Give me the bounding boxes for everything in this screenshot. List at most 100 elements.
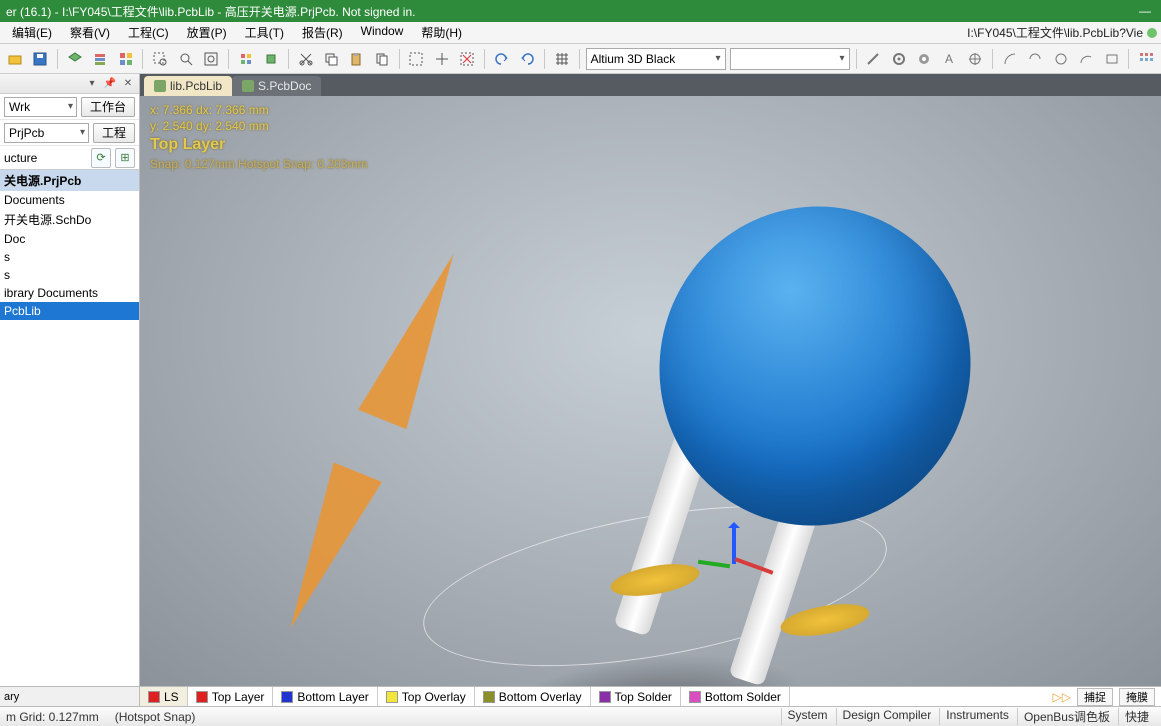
rect-icon[interactable] (1101, 48, 1122, 70)
document-tab[interactable]: lib.PcbLib (144, 76, 232, 96)
grid-status: m Grid: 0.127mm (6, 710, 99, 724)
move-icon[interactable] (431, 48, 452, 70)
snap-button[interactable]: 捕捉 (1077, 688, 1113, 706)
array-icon[interactable] (1135, 48, 1156, 70)
layer-swatch-icon (196, 691, 208, 703)
project-combo[interactable]: PrjPcb (4, 123, 89, 143)
save-icon[interactable] (29, 48, 50, 70)
project-button[interactable]: 工程 (93, 123, 135, 143)
breadcrumb-text: I:\FY045\工程文件\lib.PcbLib?Vie (967, 24, 1143, 41)
user-status-icon[interactable] (1147, 28, 1157, 38)
select-rect-icon[interactable] (406, 48, 427, 70)
status-panel-button[interactable]: 快捷 (1118, 708, 1155, 725)
string-icon[interactable]: A (939, 48, 960, 70)
pad-icon[interactable] (888, 48, 909, 70)
layer-name: Bottom Overlay (499, 690, 582, 704)
tree-item[interactable]: s (0, 266, 139, 284)
layer-tab[interactable]: Bottom Overlay (475, 687, 591, 707)
minimize-icon[interactable]: — (1135, 4, 1155, 18)
svg-text:A: A (945, 52, 953, 66)
arc-edge-icon[interactable] (1024, 48, 1045, 70)
project-tree[interactable]: 关电源.PrjPcbDocuments开关电源.SchDoDocssibrary… (0, 170, 139, 686)
menu-item[interactable]: 报告(R) (294, 22, 351, 43)
tree-item[interactable]: 关电源.PrjPcb (0, 170, 139, 191)
component-single-icon[interactable] (260, 48, 281, 70)
layer-name: Top Layer (212, 690, 265, 704)
workspace-button[interactable]: 工作台 (81, 97, 135, 117)
close-icon[interactable]: ✕ (121, 77, 135, 91)
layers-icon[interactable] (89, 48, 110, 70)
deselect-icon[interactable] (457, 48, 478, 70)
menu-item[interactable]: 工程(C) (120, 22, 177, 43)
grid-dropdown-icon[interactable] (551, 48, 572, 70)
refresh-icon[interactable]: ⟳ (91, 148, 111, 168)
open-icon[interactable] (4, 48, 25, 70)
status-panel-button[interactable]: OpenBus调色板 (1017, 708, 1116, 725)
status-panel-button[interactable]: Instruments (939, 708, 1015, 725)
tree-item[interactable]: Documents (0, 191, 139, 209)
menu-item[interactable]: 察看(V) (62, 22, 118, 43)
document-tab[interactable]: S.PcbDoc (232, 76, 321, 96)
zoom-area-icon[interactable] (149, 48, 170, 70)
mask-button[interactable]: 掩膜 (1119, 688, 1155, 706)
full-circle-icon[interactable] (1050, 48, 1071, 70)
layer-nav-icon[interactable]: ▷▷ (1053, 690, 1071, 704)
layer-swatch-icon (689, 691, 701, 703)
projects-panel: ▾ 📌 ✕ Wrk 工作台 PrjPcb 工程 ucture ⟳ ⊞ 关电源.P… (0, 74, 140, 706)
tree-item[interactable]: Doc (0, 230, 139, 248)
layer-swatch-icon (599, 691, 611, 703)
panel-options-icon[interactable]: ▾ (85, 77, 99, 91)
layer-name: Bottom Layer (297, 690, 368, 704)
palette-icon[interactable] (115, 48, 136, 70)
menu-item[interactable]: 帮助(H) (413, 22, 470, 43)
3d-viewport[interactable]: x: 7.366 dx: 7.366 mm y: 2.540 dy: 2.540… (140, 96, 1161, 686)
tree-item[interactable]: 开关电源.SchDo (0, 209, 139, 230)
line-icon[interactable] (863, 48, 884, 70)
breadcrumb[interactable]: I:\FY045\工程文件\lib.PcbLib?Vie (967, 24, 1157, 41)
layer-tab[interactable]: Bottom Solder (681, 687, 790, 707)
menu-item[interactable]: 放置(P) (179, 22, 235, 43)
tree-item[interactable]: s (0, 248, 139, 266)
expand-icon[interactable]: ⊞ (115, 148, 135, 168)
layer-tab[interactable]: Top Overlay (378, 687, 475, 707)
panel-bottom-tab[interactable]: ary (0, 686, 139, 706)
copy-icon[interactable] (320, 48, 341, 70)
view3d-icon[interactable] (64, 48, 85, 70)
via-icon[interactable] (914, 48, 935, 70)
undo-icon[interactable] (491, 48, 512, 70)
status-panel-button[interactable]: System (781, 708, 834, 725)
origin-icon[interactable] (964, 48, 985, 70)
workspace-combo[interactable]: Wrk (4, 97, 77, 117)
window-title: er (16.1) - I:\FY045\工程文件\lib.PcbLib - 高… (6, 3, 415, 20)
coord-overlay: x: 7.366 dx: 7.366 mm y: 2.540 dy: 2.540… (150, 102, 367, 172)
tree-item[interactable]: ibrary Documents (0, 284, 139, 302)
arc-any-icon[interactable] (1075, 48, 1096, 70)
filter-combo[interactable] (730, 48, 850, 70)
menu-item[interactable]: Window (353, 22, 412, 43)
tree-item[interactable]: PcbLib (0, 302, 139, 320)
layer-tab[interactable]: LS (140, 687, 188, 707)
zoom-fit-icon[interactable] (175, 48, 196, 70)
arc-center-icon[interactable] (999, 48, 1020, 70)
cut-icon[interactable] (295, 48, 316, 70)
pin-icon[interactable]: 📌 (103, 77, 117, 91)
components-icon[interactable] (235, 48, 256, 70)
layer-tab[interactable]: Bottom Layer (273, 687, 377, 707)
document-tab-label: lib.PcbLib (170, 79, 222, 93)
document-icon (242, 80, 254, 92)
paste-icon[interactable] (346, 48, 367, 70)
view-config-combo[interactable]: Altium 3D Black (586, 48, 726, 70)
layer-tab[interactable]: Top Layer (188, 687, 274, 707)
menu-item[interactable]: 编辑(E) (4, 22, 60, 43)
zoom-select-icon[interactable] (200, 48, 221, 70)
layer-swatch-icon (148, 691, 160, 703)
layer-tabs: LS Top Layer Bottom Layer Top Overlay Bottom… (140, 686, 1161, 706)
duplicate-icon[interactable] (371, 48, 392, 70)
menu-item[interactable]: 工具(T) (237, 22, 292, 43)
layer-tab[interactable]: Top Solder (591, 687, 681, 707)
cursor-cone (270, 462, 382, 639)
redo-icon[interactable] (517, 48, 538, 70)
layer-name: Top Overlay (402, 690, 466, 704)
layer-name: Top Solder (615, 690, 672, 704)
status-panel-button[interactable]: Design Compiler (836, 708, 938, 725)
